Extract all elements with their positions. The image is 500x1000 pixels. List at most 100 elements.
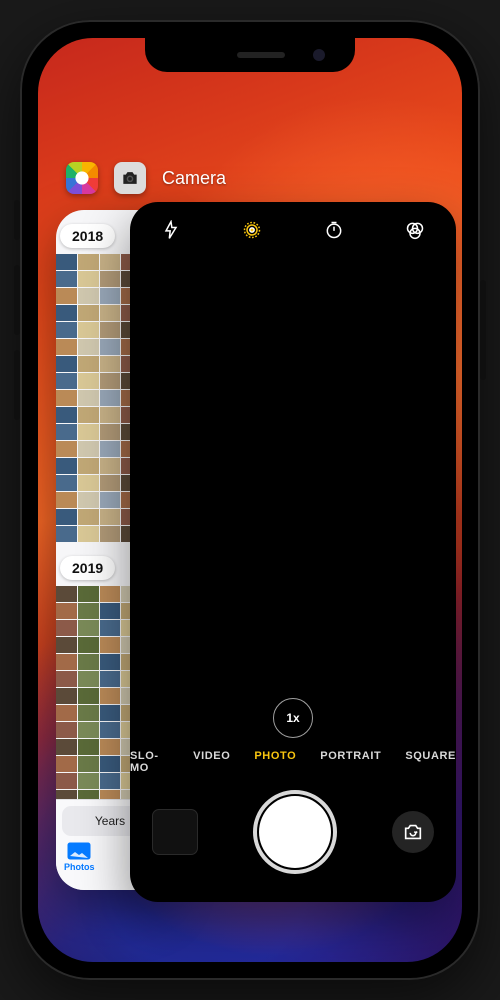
photo-thumbnail[interactable] [78,322,99,338]
photo-thumbnail[interactable] [56,390,77,406]
photo-thumbnail[interactable] [56,271,77,287]
year-chip[interactable]: 2019 [60,556,115,580]
photo-thumbnail[interactable] [56,288,77,304]
photo-thumbnail[interactable] [56,458,77,474]
photo-thumbnail[interactable] [78,424,99,440]
photo-thumbnail[interactable] [78,688,99,704]
photo-thumbnail[interactable] [78,305,99,321]
photo-thumbnail[interactable] [100,441,121,457]
photo-thumbnail[interactable] [100,288,121,304]
shutter-button[interactable] [259,796,331,868]
photo-thumbnail[interactable] [100,356,121,372]
photo-thumbnail[interactable] [56,424,77,440]
photo-thumbnail[interactable] [100,492,121,508]
photo-thumbnail[interactable] [100,756,121,772]
photo-thumbnail[interactable] [100,637,121,653]
photo-thumbnail[interactable] [78,288,99,304]
photo-thumbnail[interactable] [100,305,121,321]
photo-thumbnail[interactable] [56,722,77,738]
photo-thumbnail[interactable] [100,620,121,636]
photo-thumbnail[interactable] [100,271,121,287]
photo-thumbnail[interactable] [78,722,99,738]
photo-thumbnail[interactable] [78,620,99,636]
photo-thumbnail[interactable] [78,373,99,389]
photo-thumbnail[interactable] [56,773,77,789]
photo-thumbnail[interactable] [78,407,99,423]
photo-thumbnail[interactable] [100,586,121,602]
photo-thumbnail[interactable] [78,509,99,525]
photo-thumbnail[interactable] [56,739,77,755]
photo-thumbnail[interactable] [78,475,99,491]
photo-thumbnail[interactable] [56,509,77,525]
photo-thumbnail[interactable] [56,322,77,338]
photo-thumbnail[interactable] [56,654,77,670]
photo-thumbnail[interactable] [100,603,121,619]
mute-switch[interactable] [14,200,20,240]
photo-thumbnail[interactable] [56,688,77,704]
photo-thumbnail[interactable] [78,458,99,474]
photo-thumbnail[interactable] [78,705,99,721]
photo-thumbnail[interactable] [56,526,77,542]
photo-thumbnail[interactable] [100,458,121,474]
volume-down-button[interactable] [14,350,20,420]
tab-photos[interactable]: Photos [64,842,95,872]
camera-mode-photo[interactable]: PHOTO [254,750,296,774]
volume-up-button[interactable] [14,265,20,335]
photo-thumbnail[interactable] [78,492,99,508]
photo-thumbnail[interactable] [56,441,77,457]
timer-icon[interactable] [323,219,345,241]
side-power-button[interactable] [480,280,486,380]
photo-thumbnail[interactable] [56,373,77,389]
photo-thumbnail[interactable] [56,756,77,772]
photo-thumbnail[interactable] [78,339,99,355]
zoom-toggle[interactable]: 1x [273,698,313,738]
photo-thumbnail[interactable] [56,407,77,423]
photo-thumbnail[interactable] [56,356,77,372]
photo-thumbnail[interactable] [78,586,99,602]
photo-thumbnail[interactable] [100,705,121,721]
photo-thumbnail[interactable] [100,739,121,755]
photo-thumbnail[interactable] [78,441,99,457]
photo-thumbnail[interactable] [78,356,99,372]
photo-thumbnail[interactable] [78,654,99,670]
photo-thumbnail[interactable] [78,637,99,653]
photo-thumbnail[interactable] [100,526,121,542]
filters-icon[interactable] [404,219,426,241]
photo-thumbnail[interactable] [78,671,99,687]
photo-thumbnail[interactable] [78,390,99,406]
photo-thumbnail[interactable] [100,254,121,270]
photo-thumbnail[interactable] [56,637,77,653]
photo-thumbnail[interactable] [78,756,99,772]
year-chip[interactable]: 2018 [60,224,115,248]
photo-thumbnail[interactable] [56,705,77,721]
photo-thumbnail[interactable] [100,688,121,704]
photo-thumbnail[interactable] [56,603,77,619]
photo-thumbnail[interactable] [56,475,77,491]
flip-camera-button[interactable] [392,811,434,853]
photo-thumbnail[interactable] [56,492,77,508]
photo-thumbnail[interactable] [78,739,99,755]
photo-thumbnail[interactable] [78,603,99,619]
photo-thumbnail[interactable] [56,254,77,270]
photo-thumbnail[interactable] [78,271,99,287]
photo-thumbnail[interactable] [100,373,121,389]
photo-thumbnail[interactable] [100,339,121,355]
photo-thumbnail[interactable] [78,526,99,542]
photo-thumbnail[interactable] [100,424,121,440]
camera-mode-portrait[interactable]: PORTRAIT [320,750,381,774]
camera-mode-square[interactable]: SQUARE [405,750,456,774]
photo-thumbnail[interactable] [78,773,99,789]
photo-thumbnail[interactable] [100,773,121,789]
last-photo-thumbnail[interactable] [152,809,198,855]
photos-app-icon[interactable] [66,162,98,194]
photo-thumbnail[interactable] [100,407,121,423]
photo-thumbnail[interactable] [56,305,77,321]
photo-thumbnail[interactable] [78,254,99,270]
photo-thumbnail[interactable] [100,390,121,406]
photo-thumbnail[interactable] [56,339,77,355]
photo-thumbnail[interactable] [100,322,121,338]
live-photo-icon[interactable] [241,219,263,241]
app-card-camera[interactable]: 1x SLO-MOVIDEOPHOTOPORTRAITSQUARE [130,202,456,902]
photo-thumbnail[interactable] [100,722,121,738]
flash-icon[interactable] [160,219,182,241]
